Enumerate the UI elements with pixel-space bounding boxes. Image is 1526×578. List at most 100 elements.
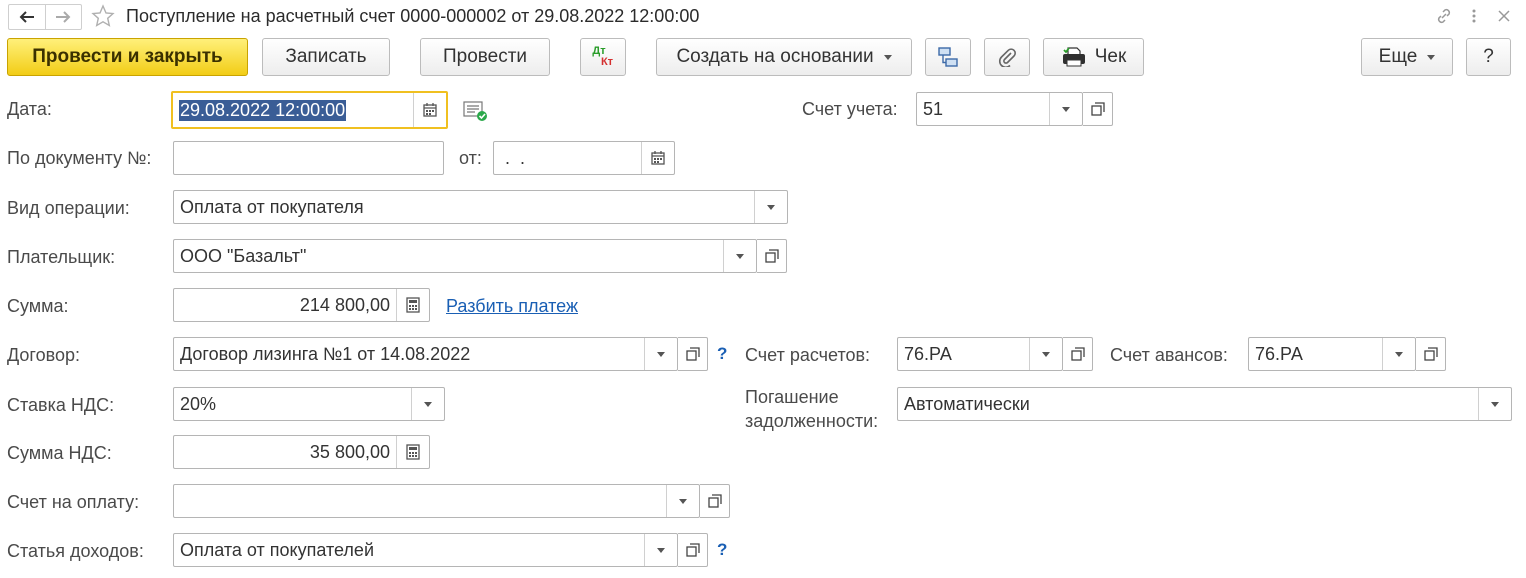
arrow-left-icon — [19, 11, 34, 23]
account-value: 51 — [923, 98, 944, 119]
calculator-button[interactable] — [396, 436, 429, 468]
link-icon[interactable] — [1434, 6, 1454, 26]
contract-help-icon[interactable]: ? — [717, 344, 727, 364]
payer-label: Плательщик: — [7, 247, 116, 267]
chevron-down-icon — [657, 547, 665, 553]
open-form-icon — [685, 347, 700, 361]
invoice-dropdown-button[interactable] — [666, 485, 699, 517]
nav-buttons — [8, 4, 82, 30]
income-open-button[interactable] — [678, 533, 708, 567]
income-item-value: Оплата от покупателей — [180, 539, 375, 560]
receipt-button[interactable]: Чек — [1043, 38, 1144, 76]
income-item-label: Статья доходов: — [7, 541, 144, 561]
operation-label: Вид операции: — [7, 198, 130, 218]
create-based-on-button[interactable]: Создать на основании — [656, 38, 912, 76]
account-dropdown-button[interactable] — [1049, 93, 1082, 125]
from-label: от: — [459, 148, 482, 168]
payer-value: ООО "Базальт" — [180, 245, 307, 266]
payer-field[interactable]: ООО "Базальт" — [173, 239, 757, 273]
sum-value: 214 800,00 — [299, 294, 390, 315]
create-based-on-label: Создать на основании — [676, 46, 874, 67]
income-help-icon[interactable]: ? — [717, 540, 727, 560]
split-payment-link[interactable]: Разбить платеж — [446, 296, 578, 317]
dt-kt-button[interactable]: Дт Кт — [580, 38, 626, 76]
account-open-button[interactable] — [1083, 92, 1113, 126]
payer-open-button[interactable] — [757, 239, 787, 273]
account-label: Счет учета: — [802, 99, 898, 119]
kt-label: Кт — [600, 56, 614, 68]
vat-rate-value: 20% — [180, 393, 217, 414]
account-field[interactable]: 51 — [916, 92, 1083, 126]
chevron-down-icon — [736, 253, 744, 259]
sum-field[interactable]: 214 800,00 — [173, 288, 430, 322]
advance-account-field[interactable]: 76.РА — [1248, 337, 1416, 371]
repayment-label-line2: задолженности: — [745, 411, 879, 431]
more-vertical-icon[interactable] — [1464, 6, 1484, 26]
payer-dropdown-button[interactable] — [723, 240, 756, 272]
docnum-value — [174, 142, 443, 174]
settlement-dropdown-button[interactable] — [1029, 338, 1062, 370]
vat-sum-label: Сумма НДС: — [7, 443, 112, 463]
arrow-right-icon — [56, 11, 71, 23]
advance-account-value: 76.РА — [1255, 343, 1303, 364]
chevron-down-icon — [679, 498, 687, 504]
settlement-open-button[interactable] — [1063, 337, 1093, 371]
attachments-button[interactable] — [984, 38, 1030, 76]
from-date-field[interactable]: . . — [493, 141, 675, 175]
calendar-button[interactable] — [641, 142, 674, 174]
post-and-close-button[interactable]: Провести и закрыть — [7, 38, 248, 76]
settlement-account-field[interactable]: 76.РА — [897, 337, 1063, 371]
calculator-icon — [406, 444, 420, 460]
favorite-star-icon[interactable] — [91, 4, 115, 33]
calculator-button[interactable] — [396, 289, 429, 321]
contract-field[interactable]: Договор лизинга №1 от 14.08.2022 — [173, 337, 678, 371]
vat-sum-value: 35 800,00 — [309, 441, 390, 462]
invoice-field[interactable] — [173, 484, 700, 518]
open-form-icon — [1090, 102, 1105, 116]
chevron-down-icon — [1395, 351, 1403, 357]
vat-sum-field[interactable]: 35 800,00 — [173, 435, 430, 469]
advance-dropdown-button[interactable] — [1382, 338, 1415, 370]
document-structure-icon — [938, 47, 958, 67]
open-form-icon — [1423, 347, 1438, 361]
window-title: Поступление на расчетный счет 0000-00000… — [126, 6, 700, 26]
contract-open-button[interactable] — [678, 337, 708, 371]
chevron-down-icon — [883, 54, 892, 60]
chevron-down-icon — [1491, 401, 1499, 407]
doc-status-icon[interactable] — [463, 99, 489, 128]
date-field[interactable]: 29.08.2022 12:00:00 — [171, 91, 448, 129]
more-button[interactable]: Еще — [1361, 38, 1453, 76]
contract-dropdown-button[interactable] — [644, 338, 677, 370]
post-button[interactable]: Провести — [420, 38, 550, 76]
close-icon[interactable] — [1494, 6, 1514, 26]
save-button[interactable]: Записать — [262, 38, 390, 76]
operation-field[interactable]: Оплата от покупателя — [173, 190, 788, 224]
docnum-label: По документу №: — [7, 148, 152, 168]
structure-button[interactable] — [925, 38, 971, 76]
income-dropdown-button[interactable] — [644, 534, 677, 566]
docnum-field[interactable] — [173, 141, 444, 175]
forward-button[interactable] — [44, 5, 82, 29]
chevron-down-icon — [424, 401, 432, 407]
sum-label: Сумма: — [7, 296, 69, 316]
open-form-icon — [707, 494, 722, 508]
settlement-account-label: Счет расчетов: — [745, 345, 871, 365]
calculator-icon — [406, 297, 420, 313]
calendar-button[interactable] — [413, 93, 446, 127]
invoice-label: Счет на оплату: — [7, 492, 140, 512]
income-item-field[interactable]: Оплата от покупателей — [173, 533, 678, 567]
advance-account-label: Счет авансов: — [1110, 345, 1228, 365]
vat-rate-field[interactable]: 20% — [173, 387, 445, 421]
calendar-icon — [651, 151, 665, 165]
repayment-field[interactable]: Автоматически — [897, 387, 1512, 421]
back-button[interactable] — [9, 5, 45, 29]
repayment-dropdown-button[interactable] — [1478, 388, 1511, 420]
operation-dropdown-button[interactable] — [754, 191, 787, 223]
calendar-icon — [423, 103, 437, 117]
repayment-label-line1: Погашение — [745, 387, 839, 407]
help-button[interactable]: ? — [1466, 38, 1511, 76]
invoice-open-button[interactable] — [700, 484, 730, 518]
open-form-icon — [764, 249, 779, 263]
vat-rate-dropdown-button[interactable] — [411, 388, 444, 420]
advance-open-button[interactable] — [1416, 337, 1446, 371]
